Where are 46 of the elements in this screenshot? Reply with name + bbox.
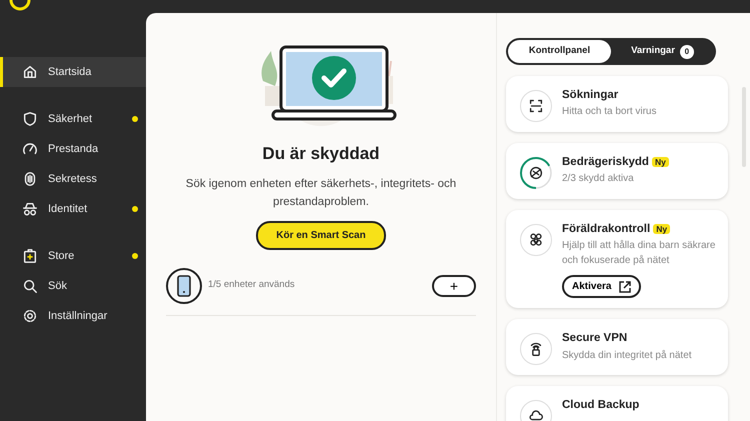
store-bag-icon <box>22 248 38 264</box>
shield-icon <box>22 111 38 127</box>
gauge-icon <box>22 141 38 157</box>
settings-icon <box>22 308 38 324</box>
card-title: Föräldrakontroll <box>562 223 650 235</box>
device-count: 1/5 enheter används <box>208 278 296 292</box>
card-subtitle: Hitta och ta bort virus <box>562 105 656 120</box>
new-badge: Ny <box>653 224 670 234</box>
sidebar-item[interactable]: Store <box>0 241 146 271</box>
feature-card[interactable]: Bedrägeriskydd Ny 2/3 skydd aktiva <box>506 143 728 199</box>
sidebar-item[interactable]: Säkerhet <box>0 104 146 134</box>
status-description: Sök igenom enheten efter säkerhets-, integritets- och prestandaproblem. <box>184 176 458 210</box>
progress-ring-drawing <box>519 156 553 190</box>
card-subtitle: Skydda din integritet på nätet <box>562 348 692 362</box>
sidebar-item[interactable]: Startsida <box>0 57 146 87</box>
scan-frame-icon <box>527 97 545 115</box>
sidebar-item[interactable]: Identitet <box>0 194 146 224</box>
sidebar-item[interactable]: Sekretess <box>0 164 146 194</box>
feature-card[interactable]: Secure VPN Skydda din integritet på nätet <box>506 319 728 376</box>
globe-slash-icon <box>527 164 545 182</box>
external-link-icon <box>619 280 632 293</box>
card-title: Secure VPN <box>562 332 628 344</box>
add-device-button[interactable]: + <box>432 274 476 296</box>
search-icon <box>22 278 38 294</box>
tab[interactable]: Kontrollpanel <box>508 40 611 63</box>
feature-card[interactable]: Föräldrakontroll Ny Hjälp till att hålla dina barn säkrare och fokuserade på nätet Aktivera <box>506 210 728 308</box>
feature-card[interactable]: Cloud Backup <box>506 386 728 421</box>
card-title: Cloud Backup <box>562 399 640 412</box>
feature-card[interactable]: Sökningar Hitta och ta bort virus <box>506 76 728 132</box>
sidebar-item[interactable]: Sök <box>0 271 146 301</box>
card-title: Bedrägeriskydd <box>562 156 649 168</box>
status-title: Du är skyddad <box>262 143 380 165</box>
sidebar-item[interactable]: Prestanda <box>0 134 146 164</box>
fingerprint-icon <box>22 171 38 187</box>
smart-scan-button[interactable]: Kör en Smart Scan <box>256 220 386 250</box>
card-subtitle: 2/3 skydd aktiva <box>562 172 635 186</box>
new-badge: Ny <box>652 157 669 167</box>
activate-button[interactable]: Aktivera <box>562 275 642 298</box>
card-subtitle: Hjälp till att hålla dina barn säkrare och fokuserade på nätet <box>562 239 716 268</box>
sidebar-item[interactable]: Inställningar <box>0 301 146 331</box>
phone-icon <box>166 268 202 304</box>
count-badge: 0 <box>680 44 694 58</box>
tab[interactable]: Varningar 0 <box>611 40 714 63</box>
card-title: Sökningar <box>562 89 618 101</box>
incognito-icon <box>22 201 38 217</box>
house-icon <box>22 64 38 80</box>
